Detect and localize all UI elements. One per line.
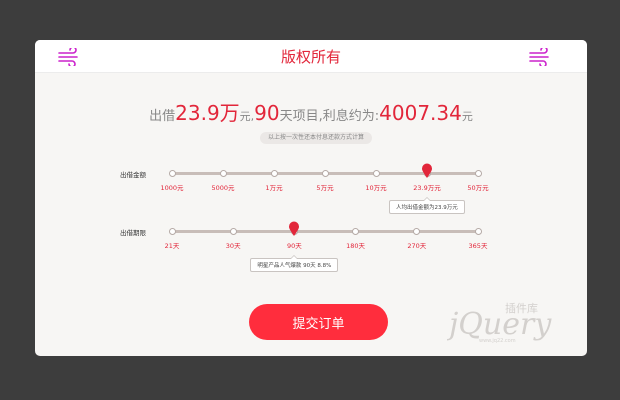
summary-interest: 4007.34 (379, 101, 462, 125)
summary-unit: 元 (461, 110, 473, 123)
term_slider-tick-label: 365天 (468, 242, 488, 250)
card-header: 版权所有 (35, 40, 587, 73)
summary-amount: 23.9万 (175, 101, 240, 125)
amount_slider-node[interactable] (270, 170, 278, 177)
term_slider-tick-label: 180天 (346, 242, 366, 250)
map-pin-icon[interactable] (288, 221, 300, 236)
amount_slider-tick-label: 23.9万元 (413, 184, 441, 192)
amount_slider-tick-label: 5000元 (211, 184, 235, 192)
amount_slider-node[interactable] (474, 170, 482, 177)
amount_slider-node[interactable] (321, 170, 329, 177)
wind-icon (529, 48, 549, 66)
amount_slider-tick-label: 5万元 (316, 184, 334, 192)
summary-days: 90 (254, 101, 280, 125)
term-slider-label: 出借期限 (120, 229, 146, 237)
jquery-watermark-logo: jQuery 插件库 www.jq22.com (447, 301, 552, 344)
term_slider-node[interactable] (168, 228, 176, 235)
term_slider-tick-label: 270天 (407, 242, 427, 250)
term_slider-tick-label: 90天 (287, 242, 302, 250)
term_slider-node[interactable] (229, 228, 237, 235)
term_slider-tick-label: 30天 (225, 242, 241, 250)
amount_slider-node[interactable] (372, 170, 380, 177)
term_slider-track[interactable] (172, 230, 478, 233)
amount_slider-tick-label: 50万元 (467, 184, 489, 192)
svg-text:插件库: 插件库 (505, 301, 538, 315)
summary-middle: 天项目,利息约为: (279, 109, 380, 124)
loan-summary: 出借23.9万元,90天项目,利息约为:4007.34元 (35, 97, 587, 126)
amount_slider-tick-label: 10万元 (365, 184, 387, 192)
amount_slider-tooltip: 人均出借金额为23.9万元 (389, 197, 465, 214)
page-title: 版权所有 (280, 48, 341, 66)
term_slider-node[interactable] (352, 228, 360, 235)
term_slider-tick-label: 21天 (164, 242, 180, 250)
svg-text:www.jq22.com: www.jq22.com (479, 338, 516, 344)
amount-slider-label: 出借金额 (120, 171, 146, 179)
term_slider-tooltip: 明星产品人气爆款 90天 8.8% (250, 255, 339, 272)
map-pin-icon[interactable] (421, 163, 433, 178)
amount_slider-node[interactable] (219, 170, 227, 177)
summary-unit: 元, (239, 110, 255, 123)
amount_slider-tick-label: 1万元 (265, 184, 283, 192)
calculation-note: 以上按一次性还本付息还款方式计算 (260, 132, 373, 144)
summary-prefix: 出借 (149, 109, 176, 124)
amount_slider-tick-label: 1000元 (160, 184, 184, 192)
term_slider-node[interactable] (474, 228, 482, 235)
calculator-card: 版权所有 出借23.9万元,90天项目,利息约为:4007.34元 以上按一次性… (35, 40, 587, 356)
submit-order-button[interactable]: 提交订单 (249, 304, 388, 340)
term_slider-node[interactable] (413, 228, 421, 235)
amount_slider-node[interactable] (168, 170, 176, 177)
